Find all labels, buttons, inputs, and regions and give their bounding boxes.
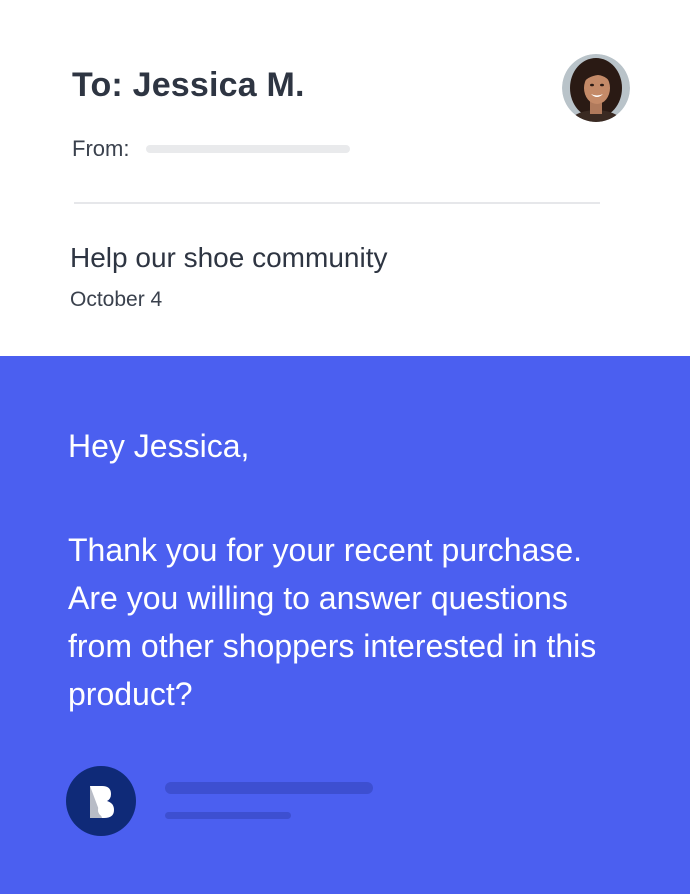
header-divider bbox=[74, 202, 600, 204]
greeting-text: Hey Jessica, bbox=[68, 428, 250, 464]
email-preview-card: To: Jessica M. From: Help our shoe commu… bbox=[0, 0, 690, 894]
email-header: To: Jessica M. From: Help our shoe commu… bbox=[0, 0, 690, 356]
sender-logo bbox=[66, 766, 136, 836]
signature-name-placeholder bbox=[165, 782, 373, 794]
signature-title-placeholder bbox=[165, 812, 291, 819]
recipient-heading: To: Jessica M. bbox=[72, 66, 305, 104]
recipient-avatar bbox=[562, 54, 630, 122]
sender-address-placeholder bbox=[146, 145, 351, 153]
from-row: From: bbox=[72, 135, 351, 163]
brand-b-logo-icon bbox=[90, 786, 114, 818]
email-date: October 4 bbox=[70, 288, 163, 311]
avatar-photo-icon bbox=[562, 54, 630, 122]
email-body-panel: Hey Jessica, Thank you for your recent p… bbox=[0, 356, 690, 894]
message-text: Thank you for your recent purchase. Are … bbox=[68, 532, 597, 712]
from-label: From: bbox=[72, 136, 130, 161]
email-subject: Help our shoe community bbox=[70, 242, 388, 273]
